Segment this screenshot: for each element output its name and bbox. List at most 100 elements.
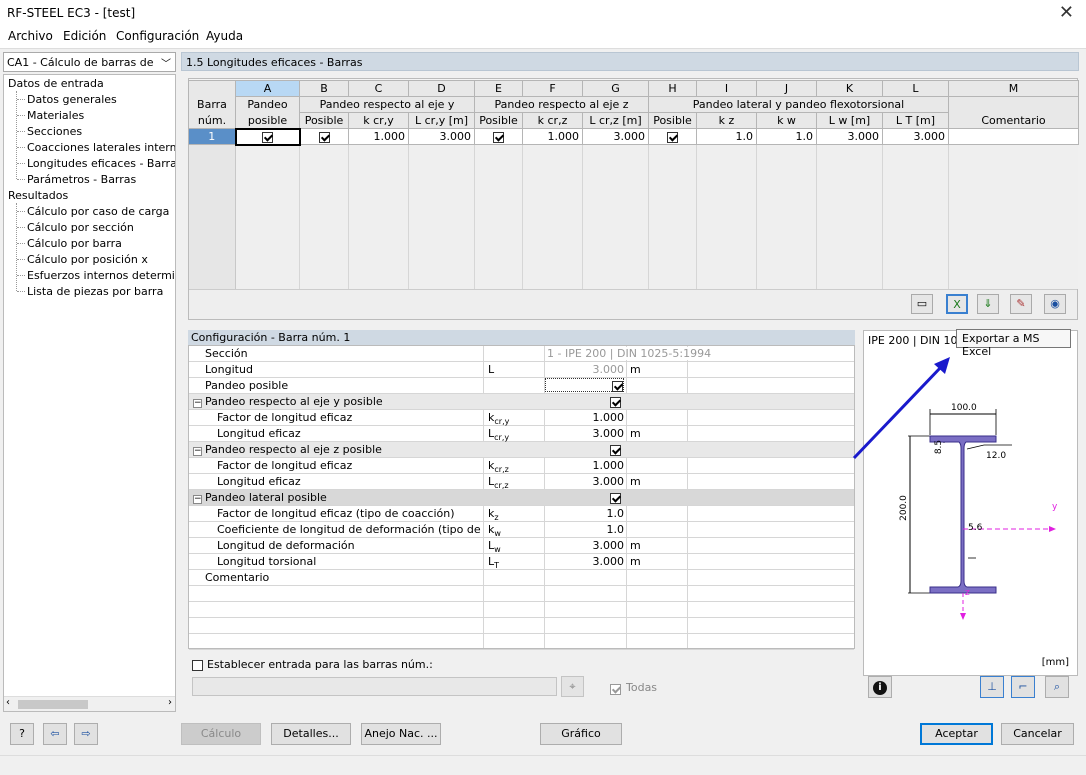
scroll-right-icon[interactable]: › [168, 697, 172, 708]
buckling-checkbox-cell[interactable] [545, 378, 624, 392]
col-letter-h[interactable]: H [648, 80, 697, 97]
col-letter-k[interactable]: K [816, 80, 883, 97]
checkbox-checked[interactable] [610, 396, 621, 408]
cancel-button[interactable]: Cancelar [1001, 723, 1074, 745]
previous-icon[interactable]: ⇦ [43, 723, 67, 745]
pick-icon[interactable]: ✎ [1010, 294, 1032, 314]
buckling-possible-checkbox[interactable] [234, 127, 301, 146]
kcrz-cell[interactable]: 1.000 [522, 128, 583, 145]
lateral-checkbox[interactable] [610, 491, 621, 504]
config-label: Longitud eficaz [217, 427, 301, 440]
lcrz-cell[interactable]: 3.000 [582, 128, 649, 145]
col-letter-c[interactable]: C [348, 80, 409, 97]
kw-cell[interactable]: 1.0 [756, 128, 817, 145]
checkbox-checked[interactable] [610, 683, 621, 695]
checkbox-checked[interactable] [262, 131, 273, 143]
tree-item-parts-list[interactable]: Lista de piezas por barra [27, 285, 163, 298]
set-input-checkbox[interactable] [192, 658, 203, 671]
tree-scrollbar[interactable]: ‹ › [4, 696, 175, 711]
lw-value[interactable]: 3.000 [545, 539, 625, 552]
tree-item-restraints[interactable]: Coacciones laterales intermedia [27, 141, 175, 154]
tree-header-input[interactable]: Datos de entrada [8, 77, 104, 90]
tree-item-effective-lengths[interactable]: Longitudes eficaces - Barras [27, 157, 175, 170]
tree-item-materials[interactable]: Materiales [27, 109, 84, 122]
lt-cell[interactable]: 3.000 [882, 128, 949, 145]
lcry-value[interactable]: 3.000 [545, 427, 625, 440]
import-icon[interactable]: ▭ [911, 294, 933, 314]
kz-value[interactable]: 1.0 [545, 507, 625, 520]
col-letter-d[interactable]: D [408, 80, 475, 97]
col-letter-j[interactable]: J [756, 80, 817, 97]
collapse-icon[interactable]: − [193, 443, 202, 456]
row-number[interactable]: 1 [188, 128, 236, 145]
scroll-thumb[interactable] [18, 700, 88, 709]
tree-item-general[interactable]: Datos generales [27, 93, 117, 106]
comment-cell[interactable] [948, 128, 1079, 145]
collapse-icon[interactable]: − [193, 491, 202, 504]
tree-header-results[interactable]: Resultados [8, 189, 68, 202]
checkbox-checked[interactable] [493, 131, 504, 143]
all-checkbox[interactable] [610, 682, 621, 695]
menu-archivo[interactable]: Archivo [8, 29, 53, 43]
scroll-left-icon[interactable]: ‹ [6, 697, 10, 708]
kcrz-value[interactable]: 1.000 [545, 459, 625, 472]
accept-button[interactable]: Aceptar [920, 723, 993, 745]
kcry-cell[interactable]: 1.000 [348, 128, 409, 145]
kcry-value[interactable]: 1.000 [545, 411, 625, 424]
lcrz-value[interactable]: 3.000 [545, 475, 625, 488]
kw-value[interactable]: 1.0 [545, 523, 625, 536]
checkbox-checked[interactable] [610, 444, 621, 456]
tree-item-parameters[interactable]: Parámetros - Barras [27, 173, 136, 186]
checkbox-checked[interactable] [318, 131, 330, 143]
case-selector[interactable]: CA1 - Cálculo de barras de acer ﹀ [3, 52, 176, 72]
checkbox-checked[interactable] [610, 492, 621, 504]
col-letter-f[interactable]: F [522, 80, 583, 97]
possible-y-checkbox[interactable] [299, 128, 349, 145]
menu-configuracion[interactable]: Configuración [116, 29, 199, 43]
possible-lt-checkbox[interactable] [648, 128, 697, 145]
collapse-icon[interactable]: − [193, 395, 202, 408]
checkbox-checked[interactable] [667, 131, 678, 143]
tree-item-by-member[interactable]: Cálculo por barra [27, 237, 122, 250]
col-letter-i[interactable]: I [696, 80, 757, 97]
menu-ayuda[interactable]: Ayuda [206, 29, 243, 43]
chevron-down-icon[interactable]: ﹀ [161, 55, 171, 70]
info-icon[interactable]: i [868, 676, 892, 698]
lcry-cell[interactable]: 3.000 [408, 128, 475, 145]
axes-icon[interactable]: ⌐ [1011, 676, 1035, 698]
col-letter-l[interactable]: L [882, 80, 949, 97]
view-icon[interactable]: ◉ [1044, 294, 1066, 314]
tree-item-by-section[interactable]: Cálculo por sección [27, 221, 134, 234]
dimension-icon[interactable]: ⊥ [980, 676, 1004, 698]
col-letter-b[interactable]: B [299, 80, 349, 97]
zoom-icon[interactable]: ⌕ [1045, 676, 1069, 698]
checkbox-checked[interactable] [612, 380, 623, 392]
buckling-y-checkbox[interactable] [610, 395, 621, 408]
tree-item-sections[interactable]: Secciones [27, 125, 82, 138]
col-letter-g[interactable]: G [582, 80, 649, 97]
members-input[interactable] [192, 677, 557, 696]
graphic-button[interactable]: Gráfico [540, 723, 622, 745]
national-annex-button[interactable]: Anejo Nac. ... [361, 723, 441, 745]
next-icon[interactable]: ⇨ [74, 723, 98, 745]
col-letter-a[interactable]: A [235, 80, 300, 97]
kz-cell[interactable]: 1.0 [696, 128, 757, 145]
buckling-z-checkbox[interactable] [610, 443, 621, 456]
tree-item-by-loadcase[interactable]: Cálculo por caso de carga [27, 205, 169, 218]
tree-item-governing-forces[interactable]: Esfuerzos internos determinant [27, 269, 175, 282]
col-letter-m[interactable]: M [948, 80, 1079, 97]
calculation-button[interactable]: Cálculo [181, 723, 261, 745]
col-letter-e[interactable]: E [474, 80, 523, 97]
possible-z-checkbox[interactable] [474, 128, 523, 145]
excel-export-icon[interactable]: X [946, 294, 968, 314]
pick-members-icon[interactable]: ⌖ [561, 676, 584, 697]
menu-edicion[interactable]: Edición [63, 29, 106, 43]
help-icon[interactable]: ? [10, 723, 34, 745]
tree-item-by-x-location[interactable]: Cálculo por posición x [27, 253, 148, 266]
lw-cell[interactable]: 3.000 [816, 128, 883, 145]
details-button[interactable]: Detalles... [271, 723, 351, 745]
excel-import-icon[interactable]: ⇓ [977, 294, 999, 314]
close-icon[interactable]: ✕ [1059, 2, 1074, 23]
lt-value[interactable]: 3.000 [545, 555, 625, 568]
checkbox-unchecked[interactable] [192, 659, 203, 671]
